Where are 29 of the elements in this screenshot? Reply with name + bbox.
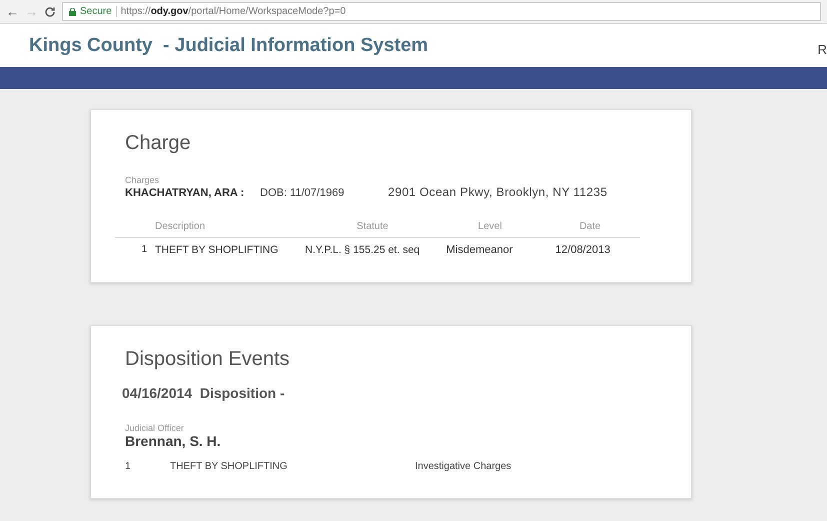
column-header: Statute xyxy=(305,221,440,238)
site-title: Kings County - Judicial Information System xyxy=(29,34,428,56)
card-title: Disposition Events xyxy=(125,348,291,371)
table-cell-text: THEFT BY SHOPLIFTING xyxy=(155,243,280,256)
table-cell-text: 12/08/2013 xyxy=(554,243,612,256)
column-header: Date xyxy=(540,221,640,238)
row-number: 1 xyxy=(125,461,132,472)
column-header: Description xyxy=(155,221,305,238)
party-name: KHACHATRYAN, ARA : xyxy=(125,187,246,199)
security-label: Secure xyxy=(80,6,112,17)
back-button[interactable]: ← xyxy=(6,4,19,19)
table-cell-text: THEFT BY SHOPLIFTING xyxy=(170,461,288,472)
field-label: Charges xyxy=(125,175,160,185)
field-label: Judicial Officer xyxy=(125,423,185,433)
row-number: 1 xyxy=(140,243,148,256)
reload-icon[interactable] xyxy=(44,6,56,18)
officer-name: Brennan, S. H. xyxy=(125,433,222,449)
table-cell-text: N.Y.P.L. § 155.25 et. seq xyxy=(305,243,421,256)
card-title: Charge xyxy=(125,132,192,155)
address-text: 2901 Ocean Pkwy, Brooklyn, NY 11235 xyxy=(388,185,608,199)
url-text: https://ody.gov/portal/Home/WorkspaceMode?p=0 xyxy=(120,6,346,17)
table-cell-text: Misdemeanor xyxy=(445,243,514,256)
column-header: Level xyxy=(440,221,540,238)
address-bar[interactable]: Secure https://ody.gov/portal/Home/WorkspaceMode?p=0 xyxy=(62,2,821,21)
header-link[interactable]: R xyxy=(818,42,827,57)
date-of-birth: DOB: 11/07/1969 xyxy=(260,187,346,199)
lock-icon xyxy=(69,8,76,16)
event-heading: 04/16/2014 Disposition - xyxy=(122,385,286,401)
table-cell-text: Investigative Charges xyxy=(415,461,512,472)
